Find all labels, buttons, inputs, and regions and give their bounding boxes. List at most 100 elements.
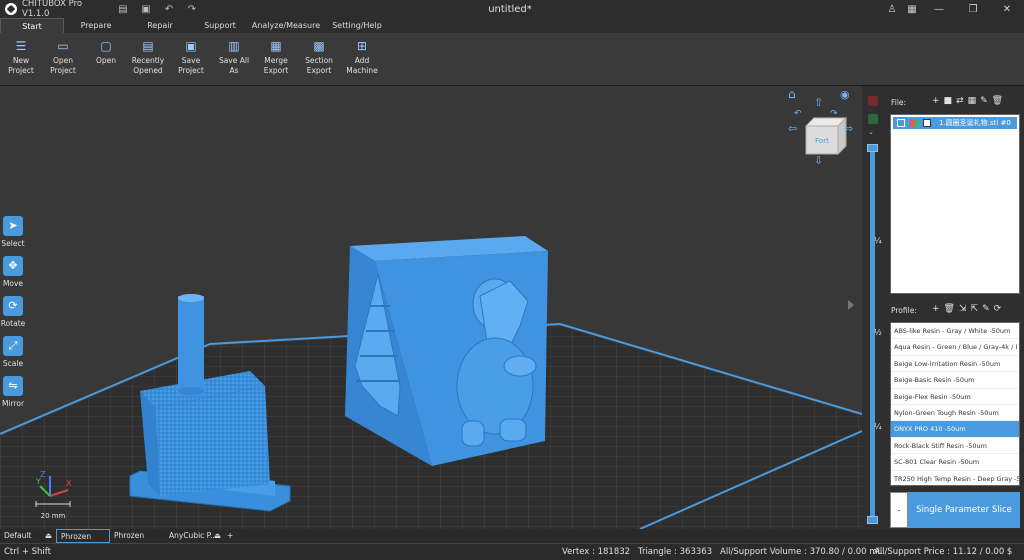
profile-item[interactable]: Beige-Basic Resin -50um xyxy=(891,372,1019,389)
add-file-icon[interactable]: + xyxy=(932,96,940,106)
plate-tab-phrozen-1[interactable]: Phrozen So... xyxy=(56,529,110,555)
section-export-button[interactable]: ▩ Section Export xyxy=(302,39,336,76)
plate-tabs: Default ⏏ Phrozen So... Phrozen So... ⏏ … xyxy=(0,529,862,555)
tab-eject-icon[interactable]: ⏏ xyxy=(45,529,52,543)
svg-text:Z: Z xyxy=(40,470,46,479)
rotate-tool[interactable]: ⟳ Rotate xyxy=(1,296,25,328)
view-home-icon[interactable]: ⌂ xyxy=(788,87,796,101)
file-checkbox[interactable] xyxy=(923,119,931,127)
file-list[interactable]: 1.圆圈圣诞礼物.stl #0 xyxy=(890,114,1020,294)
slice-options-button[interactable]: - xyxy=(890,492,908,528)
profile-item[interactable]: Beige Low-Irritation Resin -50um xyxy=(891,356,1019,373)
profile-item[interactable]: SC-801 Clear Resin -50um xyxy=(891,454,1019,471)
add-machine-button[interactable]: ⊞ Add Machine xyxy=(344,39,380,76)
recently-opened-button[interactable]: ▤ Recently Opened xyxy=(128,39,168,76)
save-all-as-button[interactable]: ▥ Save All As xyxy=(214,39,254,76)
tab-repair[interactable]: Repair xyxy=(128,18,192,33)
plate-tab-default[interactable]: Default ⏏ xyxy=(0,529,56,543)
grid-icon[interactable]: ▦ xyxy=(968,96,977,106)
view-down-icon[interactable]: ⇩ xyxy=(814,154,823,167)
section-icon: ▩ xyxy=(313,39,325,53)
open-project-button[interactable]: ▭ Open Project xyxy=(44,39,82,76)
tab-setting-help[interactable]: Setting/Help xyxy=(324,18,390,33)
panel-footer xyxy=(862,529,1024,543)
minimize-button[interactable]: — xyxy=(922,4,956,15)
new-project-button[interactable]: ☰ New Project xyxy=(0,39,42,76)
screenshot-icon[interactable]: ▦ xyxy=(902,4,922,15)
maximize-button[interactable]: ❐ xyxy=(956,4,990,15)
visibility-checkbox[interactable] xyxy=(897,119,905,127)
select-all-icon[interactable]: ■ xyxy=(944,96,953,106)
select-arrow-icon: ➤ xyxy=(3,216,23,236)
profile-item[interactable]: Nylon-Green Tough Resin -50um xyxy=(891,405,1019,422)
tab-support[interactable]: Support xyxy=(192,18,248,33)
profile-item-selected[interactable]: ONYX PRO 410 -50um xyxy=(891,421,1019,438)
profile-list[interactable]: ABS-like Resin - Gray / White -50um Aqua… xyxy=(890,322,1020,486)
view-left-icon[interactable]: ⇦ xyxy=(788,122,797,135)
plate-tab-phrozen-2[interactable]: Phrozen So... ⏏ xyxy=(110,529,165,554)
santa-cube-model[interactable] xyxy=(345,236,548,466)
delete-file-icon[interactable]: 🗑 xyxy=(992,96,1003,106)
view-cube[interactable]: Fort xyxy=(804,116,848,156)
refresh-icon[interactable]: ⟳ xyxy=(994,304,1002,314)
slider-top-handle[interactable] xyxy=(867,144,878,152)
add-profile-icon[interactable]: + xyxy=(932,304,940,314)
file-list-item[interactable]: 1.圆圈圣诞礼物.stl #0 xyxy=(893,117,1017,129)
edit-profile-icon[interactable]: ✎ xyxy=(982,304,990,314)
single-parameter-slice-button[interactable]: Single Parameter Slice xyxy=(908,492,1020,528)
panel-collapse-icon[interactable] xyxy=(848,300,854,310)
move-tool-label: Move xyxy=(2,279,24,288)
view-eye-icon[interactable]: ◉ xyxy=(840,88,850,101)
new-file-icon[interactable]: ▤ xyxy=(118,4,128,15)
plate-tab-anycubic[interactable]: AnyCubic P... ⏏ xyxy=(165,529,223,543)
merge-export-button[interactable]: ▦ Merge Export xyxy=(258,39,294,76)
mirror-tool[interactable]: ⇋ Mirror xyxy=(2,376,24,408)
slider-bottom-handle[interactable] xyxy=(867,516,878,524)
edit-icon[interactable]: ✎ xyxy=(980,96,988,106)
tab-eject-icon[interactable]: ⏏ xyxy=(214,529,221,543)
close-button[interactable]: ✕ xyxy=(990,4,1024,15)
swap-icon[interactable]: ⇄ xyxy=(956,96,964,106)
view-rotate-right-icon[interactable]: ↷ xyxy=(830,109,838,119)
tab-analyze-measure[interactable]: Analyze/Measure xyxy=(248,18,324,33)
profile-item[interactable]: ABS-like Resin - Gray / White -50um xyxy=(891,323,1019,340)
view-right-icon[interactable]: ⇨ xyxy=(844,122,853,135)
move-tool[interactable]: ✥ Move xyxy=(2,256,24,288)
layer-slider[interactable]: ⌄ ¼ ½ ¼ xyxy=(862,86,884,529)
profile-item[interactable]: Aqua Resin - Green / Blue / Gray-4k / I xyxy=(891,339,1019,356)
redo-icon[interactable]: ↷ xyxy=(187,4,197,15)
vertex-count: Vertex : 181832 xyxy=(562,547,631,557)
slider-mark-quarter-top: ¼ xyxy=(874,236,882,245)
scale-tool[interactable]: ⤢ Scale xyxy=(2,336,24,368)
view-rotate-left-icon[interactable]: ↶ xyxy=(794,109,802,119)
select-tool[interactable]: ➤ Select xyxy=(1,216,25,248)
undo-icon[interactable]: ↶ xyxy=(164,4,174,15)
merge-icon: ▦ xyxy=(270,39,282,53)
profile-item[interactable]: TR250 High Temp Resin - Deep Gray -5 xyxy=(891,471,1019,485)
view-cube-face-label: Fort xyxy=(815,137,829,145)
user-icon[interactable]: ♙ xyxy=(882,4,902,15)
tab-start[interactable]: Start xyxy=(0,18,64,33)
export-profile-icon[interactable]: ⇲ xyxy=(959,304,967,314)
title-bar: CHITUBOX Pro V1.1.0 ▤ ▣ ↶ ↷ untitled* ♙ … xyxy=(0,0,1024,19)
svg-text:X: X xyxy=(66,479,72,488)
save-icon[interactable]: ▣ xyxy=(141,4,151,15)
move-icon: ✥ xyxy=(3,256,23,276)
slider-collapse-icon[interactable]: ⌄ xyxy=(868,128,874,136)
view-up-icon[interactable]: ⇧ xyxy=(814,96,823,109)
delete-profile-icon[interactable]: 🗑 xyxy=(944,304,955,314)
tab-prepare[interactable]: Prepare xyxy=(64,18,128,33)
profile-item[interactable]: Rock-Black Stiff Resin -50um xyxy=(891,438,1019,455)
add-plate-button[interactable]: + xyxy=(223,529,237,543)
slider-ok-icon[interactable] xyxy=(868,114,878,124)
right-panel: File: + ■ ⇄ ▦ ✎ 🗑 1.圆圈圣诞礼物.stl #0 Profil… xyxy=(884,86,1024,529)
document-title: untitled* xyxy=(488,3,532,15)
3d-viewport[interactable]: Fort ⌂ ◉ ⇧ ⇩ ⇦ ⇨ ↶ ↷ Y X Z 20 mm ➤ Selec… xyxy=(0,86,862,529)
import-profile-icon[interactable]: ⇱ xyxy=(971,304,979,314)
slider-close-icon[interactable] xyxy=(868,96,878,106)
file-color-icon xyxy=(910,119,918,127)
save-project-button[interactable]: ▣ Save Project xyxy=(170,39,212,76)
scale-icon: ⤢ xyxy=(3,336,23,356)
profile-item[interactable]: Beige-Flex Resin -50um xyxy=(891,389,1019,405)
open-button[interactable]: ▢ Open xyxy=(88,39,124,66)
